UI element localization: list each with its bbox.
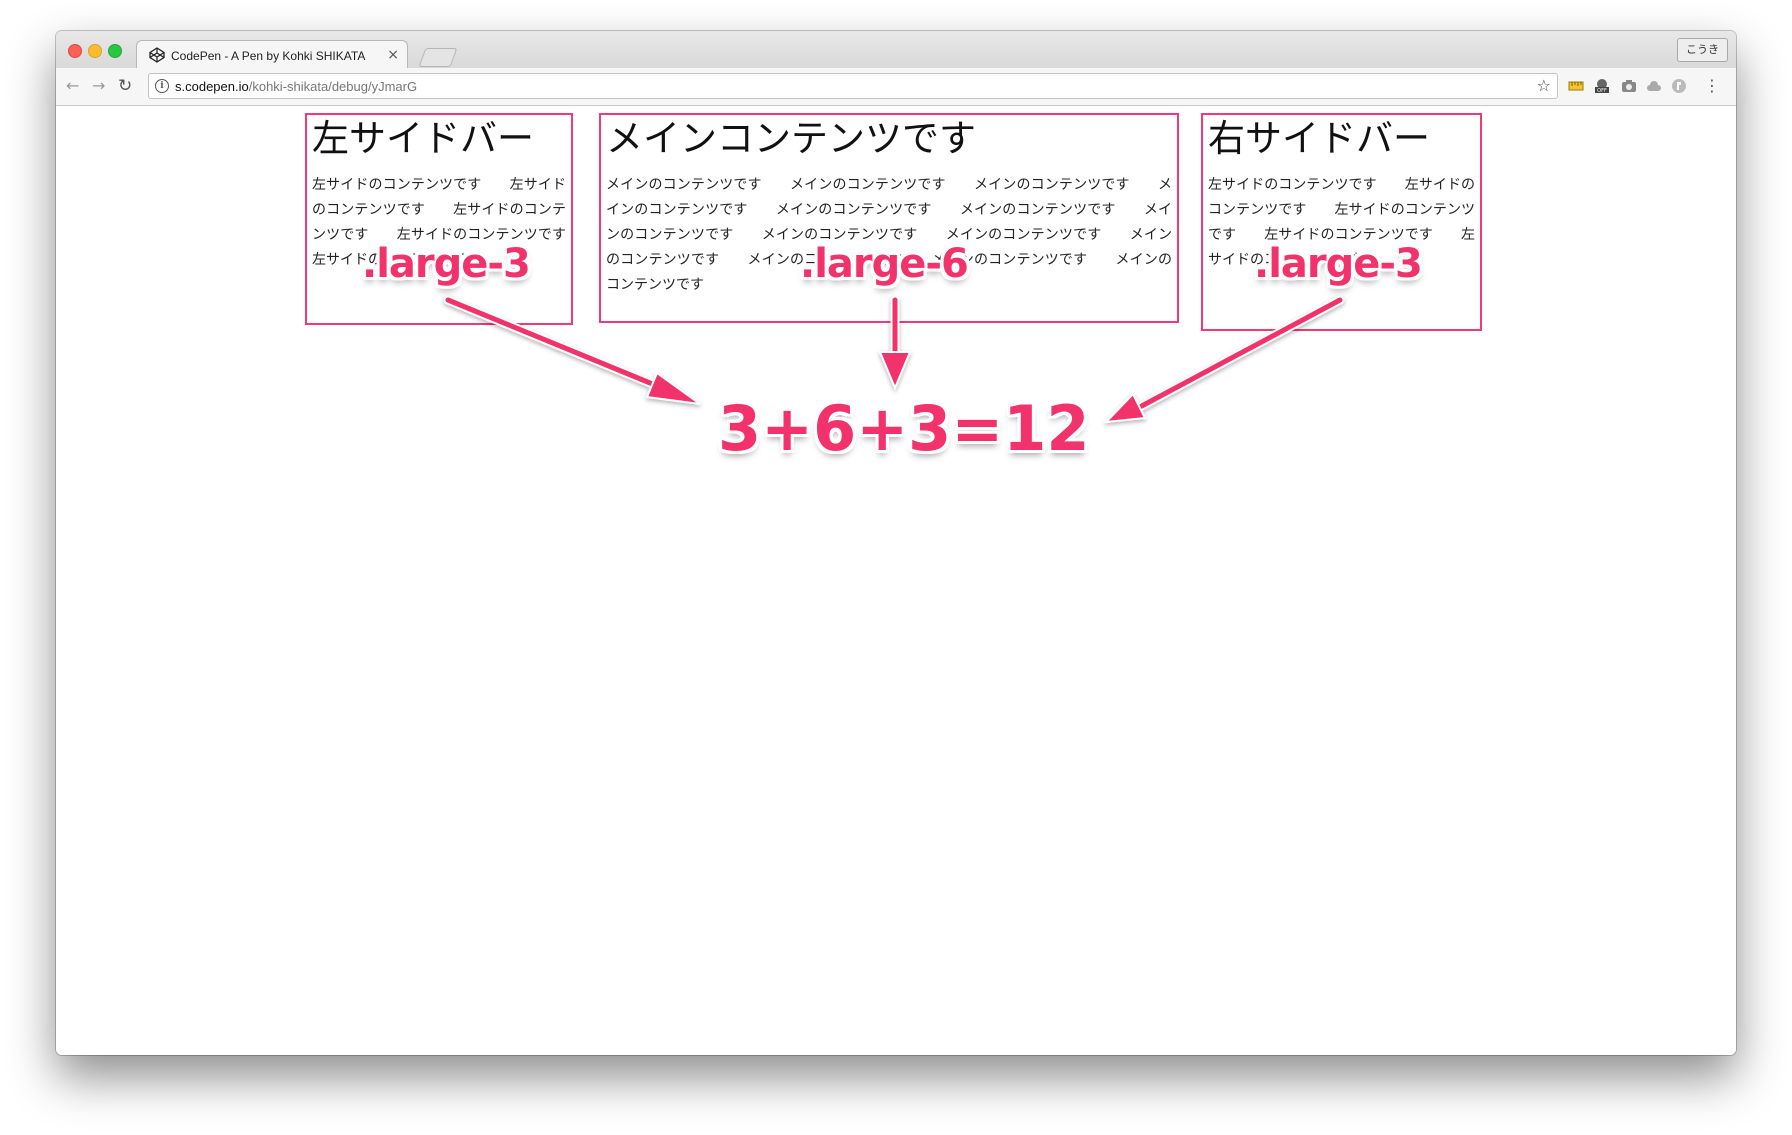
profile-button[interactable]: こうき: [1677, 38, 1728, 62]
tab-title: CodePen - A Pen by Kohki SHIKATA: [171, 49, 366, 63]
url-path: /kohki-shikata/debug/yJmarG: [248, 79, 418, 94]
codepen-logo-icon: [149, 47, 165, 63]
forward-arrow-icon[interactable]: →: [92, 75, 105, 97]
page-viewport: 左サイドバー 左サイドのコンテンツです 左サイドのコンテンツです 左サイドのコン…: [56, 106, 1736, 1055]
screen: { "browser": { "tab_title": "CodePen - A…: [0, 0, 1792, 1135]
zoom-window-button[interactable]: [108, 44, 122, 58]
url-host: s.codepen.io: [175, 79, 249, 94]
browser-menu-icon[interactable]: ⋮: [1704, 76, 1720, 96]
svg-text:OFF: OFF: [1597, 88, 1607, 94]
new-tab-button[interactable]: [418, 48, 458, 67]
back-arrow-icon[interactable]: ←: [66, 75, 79, 97]
main-content-text: メインのコンテンツです メインのコンテンツです メインのコンテンツです メインの…: [606, 177, 1172, 293]
left-sidebar-column: 左サイドバー 左サイドのコンテンツです 左サイドのコンテンツです 左サイドのコン…: [305, 113, 594, 325]
address-bar[interactable]: i s.codepen.io/kohki-shikata/debug/yJmar…: [148, 73, 1558, 99]
url-text[interactable]: s.codepen.io/kohki-shikata/debug/yJmarG: [175, 78, 417, 95]
right-sidebar-column: 右サイドバー 左サイドのコンテンツです 左サイドのコンテンツです 左サイドのコン…: [1201, 113, 1482, 331]
adblock-off-extension-icon[interactable]: OFF: [1594, 78, 1610, 94]
tab-close-icon[interactable]: ×: [387, 46, 399, 64]
ruler-extension-icon[interactable]: [1568, 78, 1584, 94]
cloud-extension-icon[interactable]: [1646, 78, 1662, 94]
camera-extension-icon[interactable]: [1621, 78, 1637, 94]
browser-tab[interactable]: CodePen - A Pen by Kohki SHIKATA ×: [136, 40, 408, 69]
reload-icon[interactable]: ↻: [118, 75, 132, 97]
left-sidebar-heading: 左サイドバー: [312, 117, 534, 160]
browser-window: CodePen - A Pen by Kohki SHIKATA × こうき ←…: [56, 31, 1736, 1055]
main-content-heading: メインコンテンツです: [606, 117, 976, 160]
right-sidebar-text: 左サイドのコンテンツです 左サイドのコンテンツです 左サイドのコンテンツです 左…: [1208, 177, 1475, 268]
bookmark-star-icon[interactable]: ☆: [1537, 76, 1551, 96]
browser-toolbar: ← → ↻ i s.codepen.io/kohki-shikata/debug…: [56, 68, 1736, 106]
evernote-extension-icon[interactable]: [1671, 78, 1687, 94]
minimize-window-button[interactable]: [88, 44, 102, 58]
main-content-column: メインコンテンツです メインのコンテンツです メインのコンテンツです メインのコ…: [599, 113, 1179, 323]
close-window-button[interactable]: [68, 44, 82, 58]
title-bar: CodePen - A Pen by Kohki SHIKATA × こうき: [56, 31, 1736, 69]
left-sidebar-text: 左サイドのコンテンツです 左サイドのコンテンツです 左サイドのコンテンツです 左…: [312, 177, 594, 268]
right-sidebar-heading: 右サイドバー: [1208, 117, 1430, 160]
info-icon[interactable]: i: [155, 79, 169, 93]
